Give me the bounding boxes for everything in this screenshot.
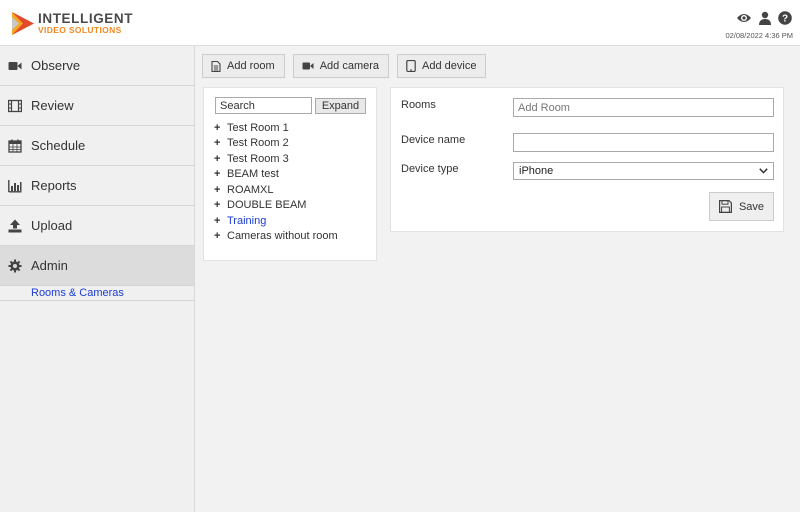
add-device-label: Add device [422, 60, 477, 72]
brand-name-line2: VIDEO SOLUTIONS [38, 25, 122, 35]
add-room-label: Add room [227, 60, 275, 72]
device-name-label: Device name [401, 134, 466, 146]
tree-item-label: Training [227, 214, 267, 227]
rooms-field[interactable] [513, 98, 774, 117]
film-icon [8, 99, 22, 112]
expand-plus-icon[interactable]: + [214, 230, 227, 242]
expand-plus-icon[interactable]: + [214, 199, 227, 211]
tree-item-label: Test Room 1 [227, 121, 289, 134]
tree-item[interactable]: + ROAMXL [214, 182, 338, 198]
device-type-value: iPhone [519, 165, 554, 177]
gear-icon [8, 259, 22, 272]
room-tree: + Test Room 1 + Test Room 2 + Test Room 3 +… [214, 120, 338, 244]
add-camera-label: Add camera [319, 60, 380, 72]
expand-button[interactable]: Expand [315, 98, 366, 114]
add-device-button[interactable]: Add device [397, 54, 487, 78]
sidebar-item-reports[interactable]: Reports [0, 166, 194, 206]
sidebar-item-admin[interactable]: Admin [0, 246, 194, 286]
app-header: INTELLIGENT VIDEO SOLUTIONS ? 02/08/2022… [0, 0, 800, 46]
expand-plus-icon[interactable]: + [214, 184, 227, 196]
current-timestamp: 02/08/2022 4:36 PM [725, 31, 793, 40]
video-camera-icon [302, 62, 314, 70]
tree-item-label: ROAMXL [227, 183, 274, 196]
device-type-select[interactable]: iPhone [513, 162, 774, 180]
room-tree-panel: Expand +Test Room 1 +Test Room 2 +Test R… [203, 87, 377, 261]
expand-plus-icon[interactable]: + [214, 153, 227, 165]
tree-item-label: DOUBLE BEAM [227, 199, 307, 212]
tree-item[interactable]: + Test Room 1 [214, 120, 338, 136]
tree-item[interactable]: + Cameras without room [214, 229, 338, 245]
bar-chart-icon [8, 179, 22, 193]
brand-logo[interactable]: INTELLIGENT VIDEO SOLUTIONS [11, 11, 133, 37]
sidebar-item-schedule[interactable]: Schedule [0, 126, 194, 166]
sidebar-item-label: Schedule [31, 138, 86, 153]
tree-item-label: BEAM test [227, 168, 279, 181]
eye-icon[interactable] [736, 11, 752, 25]
device-type-label: Device type [401, 163, 459, 175]
sidebar-item-review[interactable]: Review [0, 86, 194, 126]
upload-icon [8, 219, 22, 232]
add-room-button[interactable]: Add room [202, 54, 285, 78]
sidebar-item-upload[interactable]: Upload [0, 206, 194, 246]
sidebar-item-observe[interactable]: Observe [0, 46, 194, 86]
expand-plus-icon[interactable]: + [214, 137, 227, 149]
user-icon[interactable] [758, 11, 772, 25]
device-name-field[interactable] [513, 133, 774, 152]
action-toolbar: Add room Add camera Add device [202, 54, 487, 78]
svg-text:?: ? [782, 14, 788, 25]
tree-item-label: Test Room 3 [227, 152, 289, 165]
tree-item[interactable]: + BEAM test [214, 167, 338, 183]
chevron-down-icon [759, 168, 768, 174]
tree-search-input[interactable] [215, 97, 312, 114]
tree-item-label: Cameras without room [227, 230, 338, 243]
sidebar-item-label: Upload [31, 218, 73, 233]
expand-plus-icon[interactable]: + [214, 215, 227, 227]
tablet-icon [406, 60, 416, 72]
expand-plus-icon[interactable]: + [214, 122, 227, 134]
floppy-disk-icon [718, 200, 732, 213]
brand-name-line1: INTELLIGENT [38, 11, 134, 26]
rooms-label: Rooms [401, 99, 436, 111]
tree-item-selected[interactable]: + Training [214, 213, 338, 229]
save-button[interactable]: Save [709, 192, 774, 221]
expand-plus-icon[interactable]: + [214, 168, 227, 180]
sidebar-item-label: Review [31, 98, 74, 113]
sidebar-nav: Observe Review Schedule Reports Upload A… [0, 46, 195, 512]
calendar-icon [8, 139, 22, 153]
tree-item[interactable]: + Test Room 2 [214, 136, 338, 152]
tree-item-label: Test Room 2 [227, 137, 289, 150]
sidebar-item-label: Observe [31, 58, 81, 73]
help-icon[interactable]: ? [778, 11, 792, 25]
video-camera-icon [8, 61, 22, 70]
document-icon [211, 60, 221, 72]
add-device-form: Rooms Device name Device type iPhone Sav… [390, 87, 784, 232]
save-label: Save [738, 200, 765, 213]
sidebar-subitem-rooms-cameras[interactable]: Rooms & Cameras [0, 286, 194, 301]
add-camera-button[interactable]: Add camera [292, 54, 390, 78]
sidebar-item-label: Admin [31, 258, 68, 273]
tree-item[interactable]: + DOUBLE BEAM [214, 198, 338, 214]
sidebar-item-label: Reports [31, 178, 77, 193]
play-logo-icon [12, 12, 34, 35]
tree-item[interactable]: + Test Room 3 [214, 151, 338, 167]
